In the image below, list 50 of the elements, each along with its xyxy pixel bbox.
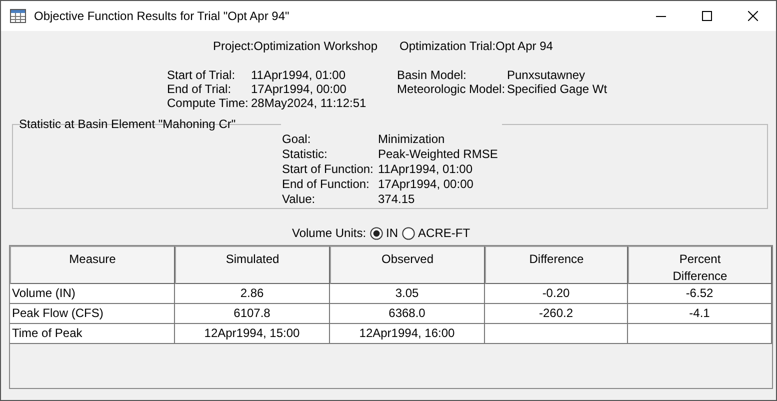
info-value: Punxsutawney — [507, 68, 586, 82]
table-cell: Peak Flow (CFS) — [10, 304, 175, 324]
table-icon — [10, 9, 26, 23]
table-cell: -260.2 — [485, 304, 628, 324]
statistic-value: Peak-Weighted RMSE — [378, 147, 498, 162]
radio-button[interactable] — [402, 226, 416, 240]
table-cell: Volume (IN) — [10, 284, 175, 304]
column-header[interactable]: Observed — [330, 246, 485, 284]
radio-label[interactable]: ACRE-FT — [418, 226, 470, 240]
info-label: Compute Time: — [167, 96, 250, 110]
statistic-value: 374.15 — [378, 192, 415, 207]
statistic-label: Value: — [282, 192, 316, 207]
statistic-label: End of Function: — [282, 177, 370, 192]
table-cell: Time of Peak — [10, 324, 175, 344]
units-label: Volume Units: — [292, 226, 366, 240]
statistic-value: 11Apr1994, 01:00 — [378, 162, 473, 177]
info-value: 17Apr1994, 00:00 — [251, 82, 346, 96]
statistic-label: Start of Function: — [282, 162, 374, 177]
column-header[interactable]: Measure — [10, 246, 175, 284]
info-label: Basin Model: — [397, 68, 468, 82]
table-cell: -6.52 — [628, 284, 772, 304]
statistic-value: 17Apr1994, 00:00 — [378, 177, 474, 192]
info-value: 28May2024, 11:12:51 — [251, 96, 366, 110]
group-title: Statistic at Basin Element "Mahoning Cr" — [18, 117, 237, 131]
statistic-label: Goal: — [282, 132, 312, 147]
trial-text: Optimization Trial:Opt Apr 94 — [400, 39, 553, 54]
table-cell: 3.05 — [330, 284, 485, 304]
info-label: End of Trial: — [167, 82, 232, 96]
info-value: Specified Gage Wt — [507, 82, 608, 96]
info-value: 11Apr1994, 01:00 — [251, 68, 346, 82]
radio-button[interactable] — [370, 226, 384, 240]
statistic-label: Statistic: — [282, 147, 328, 162]
maximize-icon — [702, 11, 712, 21]
table-cell: 6368.0 — [330, 304, 485, 324]
info-label: Start of Trial: — [167, 68, 236, 82]
column-header[interactable]: Difference — [485, 246, 628, 284]
statistic-value: Minimization — [378, 132, 445, 147]
window-title: Objective Function Results for Trial "Opt Apr 94" — [34, 9, 290, 23]
column-header[interactable]: Simulated — [175, 246, 330, 284]
table-cell: 12Apr1994, 16:00 — [330, 324, 485, 344]
info-label: Meteorologic Model: — [397, 82, 506, 96]
column-header[interactable]: Percent Difference — [628, 246, 772, 284]
table-cell: 12Apr1994, 15:00 — [175, 324, 330, 344]
close-icon — [748, 11, 758, 21]
table-cell: 2.86 — [175, 284, 330, 304]
radio-label[interactable]: IN — [386, 226, 398, 240]
project-text: Project:Optimization Workshop — [213, 39, 378, 54]
table-cell: 6107.8 — [175, 304, 330, 324]
table-cell: -0.20 — [485, 284, 628, 304]
table-cell: -4.1 — [628, 304, 772, 324]
